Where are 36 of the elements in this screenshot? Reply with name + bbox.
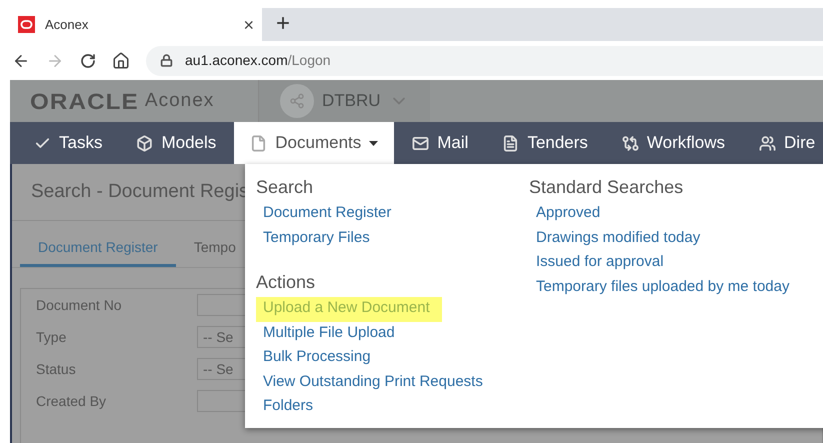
- menu-link[interactable]: Temporary Files: [256, 226, 370, 251]
- menu-heading: Standard Searches: [529, 176, 684, 198]
- avatar-icon: [280, 84, 314, 118]
- close-button[interactable]: ×: [243, 16, 254, 34]
- cube-icon: [136, 134, 154, 152]
- menu-link[interactable]: Multiple File Upload: [256, 322, 395, 346]
- arrows-icon: [622, 134, 639, 152]
- logo-text: ORACLE: [30, 88, 139, 116]
- tab-title: Aconex: [45, 16, 90, 34]
- lock-icon: [160, 54, 173, 67]
- url-text: au1.aconex.com/Logon: [185, 51, 331, 70]
- project-name: DTBRU: [322, 90, 381, 112]
- menu-link[interactable]: Drawings modified today: [529, 226, 700, 251]
- field-label: Document No: [35, 296, 123, 314]
- menu-link[interactable]: Bulk Processing: [256, 346, 371, 370]
- field-label: Created By: [35, 392, 108, 411]
- document-icon: [502, 134, 520, 152]
- logo-icon: [18, 16, 35, 33]
- menu-link[interactable]: Folders: [256, 395, 314, 420]
- people-icon: [759, 134, 776, 152]
- menu-link[interactable]: Issued for approval: [529, 251, 664, 276]
- browser-tab[interactable]: Aconex ×: [10, 8, 262, 41]
- field-label: Type: [35, 328, 68, 347]
- logo-product: Aconex: [144, 88, 214, 113]
- menu-heading: Search: [256, 176, 314, 198]
- nav-tab[interactable]: Documents: [234, 122, 394, 164]
- menu-heading: Actions: [256, 271, 316, 293]
- home-icon[interactable]: [112, 52, 130, 70]
- field-label: Status: [35, 360, 77, 378]
- document-icon: [250, 134, 268, 152]
- menu-link[interactable]: View Outstanding Print Requests: [256, 370, 483, 395]
- envelope-icon: [412, 134, 430, 152]
- address-field[interactable]: au1.aconex.com/Logon: [146, 46, 823, 76]
- reload-icon[interactable]: [80, 52, 96, 68]
- new-tab-button[interactable]: +: [276, 12, 290, 36]
- menu-link[interactable]: Temporary files uploaded by me today: [529, 276, 790, 300]
